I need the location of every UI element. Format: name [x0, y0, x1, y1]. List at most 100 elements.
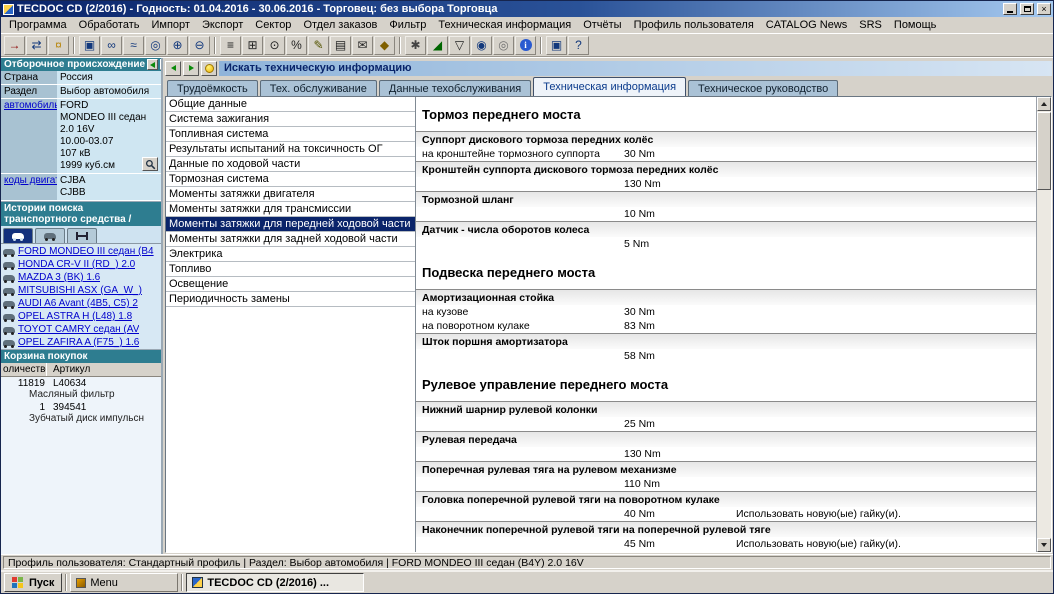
history-item[interactable]: OPEL ZAFIRA A (F75_) 1.6	[1, 336, 161, 349]
history-item[interactable]: HONDA CR-V II (RD_) 2.0	[1, 258, 161, 271]
category-item[interactable]: Данные по ходовой части	[166, 157, 415, 172]
category-item[interactable]: Система зажигания	[166, 112, 415, 127]
start-button[interactable]: Пуск	[4, 573, 63, 592]
category-item[interactable]: Топливо	[166, 262, 415, 277]
category-item[interactable]: Тормозная система	[166, 172, 415, 187]
vehicle-link[interactable]: автомобиль	[1, 99, 57, 173]
toolbar-button-chart-icon[interactable]: ◢	[427, 35, 448, 55]
history-item[interactable]: FORD MONDEO III седан (B4	[1, 245, 161, 258]
history-item[interactable]: MAZDA 3 (BK) 1.6	[1, 271, 161, 284]
engine-codes-link[interactable]: коды двигателя	[1, 174, 57, 200]
history-link[interactable]: FORD MONDEO III седан (B4	[18, 246, 154, 257]
menu-item-4[interactable]: Сектор	[249, 18, 297, 32]
tecdoc-task-button[interactable]: TECDOC CD (2/2016) ...	[186, 573, 365, 592]
tab-2[interactable]: Данные техобслуживания	[378, 80, 532, 96]
minimize-button[interactable]	[1003, 3, 1017, 15]
category-item[interactable]: Моменты затяжки двигателя	[166, 187, 415, 202]
scroll-thumb[interactable]	[1037, 112, 1051, 190]
menu-taskbar-button[interactable]: Menu	[70, 573, 179, 592]
tab-commercial-vehicle[interactable]	[35, 228, 65, 243]
history-item[interactable]: AUDI A6 Avant (4B5, C5) 2	[1, 297, 161, 310]
history-link[interactable]: HONDA CR-V II (RD_) 2.0	[18, 259, 135, 270]
toolbar-button-monitor-icon[interactable]: ▣	[546, 35, 567, 55]
toolbar-button-percent-icon[interactable]: %	[286, 35, 307, 55]
toolbar-button-edit-icon[interactable]: ✎	[308, 35, 329, 55]
toolbar-button-catalog-icon[interactable]: ▤	[330, 35, 351, 55]
tab-1[interactable]: Тех. обслуживание	[259, 80, 377, 96]
toolbar-button-filter-icon[interactable]: ▽	[449, 35, 470, 55]
toolbar-button-info-icon[interactable]: i	[515, 35, 536, 55]
menu-item-5[interactable]: Отдел заказов	[297, 18, 383, 32]
menu-item-6[interactable]: Фильтр	[383, 18, 432, 32]
back-button[interactable]	[165, 60, 181, 76]
tab-passenger-car[interactable]	[3, 228, 33, 243]
menu-item-10[interactable]: CATALOG News	[760, 18, 854, 32]
history-link[interactable]: OPEL ZAFIRA A (F75_) 1.6	[18, 337, 139, 348]
history-link[interactable]: MAZDA 3 (BK) 1.6	[18, 272, 100, 283]
category-item[interactable]: Общие данные	[166, 97, 415, 112]
detail-scrollbar[interactable]	[1036, 97, 1051, 552]
tab-0[interactable]: Трудоёмкость	[167, 80, 258, 96]
hint-button[interactable]	[201, 60, 217, 76]
menu-item-11[interactable]: SRS	[853, 18, 888, 32]
menu-item-2[interactable]: Импорт	[145, 18, 195, 32]
menu-item-3[interactable]: Экспорт	[196, 18, 249, 32]
category-item[interactable]: Результаты испытаний на токсичность ОГ	[166, 142, 415, 157]
toolbar-button-table-icon[interactable]: ⊞	[242, 35, 263, 55]
toolbar-button-workstation-icon[interactable]: ▣	[79, 35, 100, 55]
tab-axle[interactable]	[67, 228, 97, 243]
toolbar-button-screen-search-icon[interactable]: ◎	[145, 35, 166, 55]
cart-row[interactable]: 1 394541 Зубчатый диск импульсн	[1, 401, 161, 425]
category-item[interactable]: Периодичность замены	[166, 292, 415, 307]
category-item[interactable]: Моменты затяжки для передней ходовой час…	[166, 217, 415, 232]
toolbar-button-power-icon[interactable]: ¤	[48, 35, 69, 55]
menu-item-0[interactable]: Программа	[3, 18, 73, 32]
menu-item-8[interactable]: Отчёты	[577, 18, 627, 32]
toolbar-button-time-icon[interactable]: ⊙	[264, 35, 285, 55]
toolbar-button-cd-icon[interactable]: ◎	[493, 35, 514, 55]
cart-article-column[interactable]: Артикул	[47, 363, 161, 376]
collapse-left-button[interactable]	[147, 59, 159, 70]
history-item[interactable]: MITSUBISHI ASX (GA_W_)	[1, 284, 161, 297]
window-titlebar[interactable]: TECDOC CD (2/2016) - Годность: 01.04.201…	[1, 1, 1053, 17]
toolbar-button-transfer-icon[interactable]: ⇄	[26, 35, 47, 55]
toolbar-button-mail-icon[interactable]: ✉	[352, 35, 373, 55]
menu-item-9[interactable]: Профиль пользователя	[628, 18, 760, 32]
menu-item-12[interactable]: Помощь	[888, 18, 943, 32]
collapse-right-button[interactable]	[160, 59, 161, 70]
history-link[interactable]: AUDI A6 Avant (4B5, C5) 2	[18, 298, 138, 309]
close-button[interactable]: ×	[1037, 3, 1051, 15]
toolbar-button-connection-icon[interactable]: ∞	[101, 35, 122, 55]
cart-row[interactable]: 11819 L40634 Масляный фильтр	[1, 377, 161, 401]
category-item[interactable]: Моменты затяжки для задней ходовой части	[166, 232, 415, 247]
history-link[interactable]: OPEL ASTRA H (L48) 1.8	[18, 311, 132, 322]
history-item[interactable]: TOYOT CAMRY седан (AV	[1, 323, 161, 336]
toolbar-button-zoom-in-icon[interactable]: ⊕	[167, 35, 188, 55]
menu-item-7[interactable]: Техническая информация	[432, 18, 577, 32]
toolbar-button-zoom-out-icon[interactable]: ⊖	[189, 35, 210, 55]
category-item[interactable]: Электрика	[166, 247, 415, 262]
category-item[interactable]: Моменты затяжки для трансмиссии	[166, 202, 415, 217]
history-item[interactable]: OPEL ASTRA H (L48) 1.8	[1, 310, 161, 323]
category-item[interactable]: Освещение	[166, 277, 415, 292]
toolbar-button-exit-icon[interactable]: →	[4, 35, 25, 55]
toolbar-button-network-icon[interactable]: ≈	[123, 35, 144, 55]
window-body: Отборочное происхождение Страна Россия Р…	[1, 57, 1053, 554]
tab-4[interactable]: Техническое руководство	[688, 80, 839, 96]
history-link[interactable]: MITSUBISHI ASX (GA_W_)	[18, 285, 142, 296]
toolbar-button-parts-icon[interactable]: ◆	[374, 35, 395, 55]
toolbar-button-tools-icon[interactable]: ✱	[405, 35, 426, 55]
menu-item-1[interactable]: Обработать	[73, 18, 146, 32]
cart-qty-column[interactable]: оличество	[1, 363, 47, 376]
tab-3[interactable]: Техническая информация	[533, 77, 687, 96]
toolbar-button-globe-icon[interactable]: ◉	[471, 35, 492, 55]
toolbar-button-list-icon[interactable]: ≡	[220, 35, 241, 55]
forward-button[interactable]	[183, 60, 199, 76]
scroll-up-button[interactable]	[1037, 97, 1051, 111]
vehicle-search-button[interactable]	[142, 157, 158, 171]
toolbar-button-help-icon[interactable]: ?	[568, 35, 589, 55]
category-item[interactable]: Топливная система	[166, 127, 415, 142]
scroll-down-button[interactable]	[1037, 538, 1051, 552]
history-link[interactable]: TOYOT CAMRY седан (AV	[18, 324, 139, 335]
maximize-button[interactable]	[1020, 3, 1034, 15]
